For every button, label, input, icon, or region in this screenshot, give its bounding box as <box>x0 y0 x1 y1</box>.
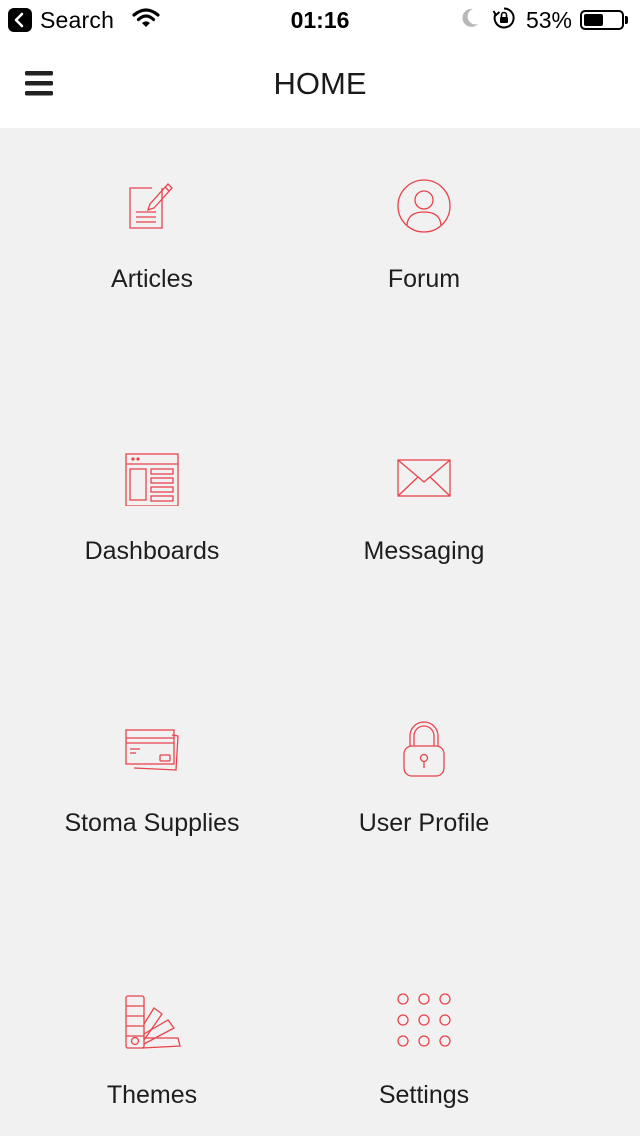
dashboard-window-icon <box>122 446 182 507</box>
rotation-lock-icon <box>492 6 516 35</box>
page-title: HOME <box>273 66 367 101</box>
tile-stoma-supplies[interactable]: Stoma Supplies <box>16 680 288 860</box>
tile-label: User Profile <box>358 809 490 837</box>
status-bar: Search 01:16 53% <box>0 0 640 40</box>
tile-forum[interactable]: Forum <box>288 136 560 316</box>
battery-tip <box>625 16 628 24</box>
tile-label: Settings <box>378 1081 470 1109</box>
credit-card-icon <box>122 718 182 778</box>
tile-themes[interactable]: Themes <box>16 952 288 1132</box>
tile-user-profile[interactable]: User Profile <box>288 680 560 860</box>
article-edit-icon <box>122 174 182 234</box>
tile-label: Dashboards <box>84 537 220 565</box>
padlock-icon <box>394 718 454 778</box>
tile-label: Forum <box>387 265 461 293</box>
tile-label: Messaging <box>363 537 485 565</box>
tile-label: Themes <box>106 1081 198 1109</box>
home-grid: Articles Forum Dashboards Messaging Stom… <box>0 128 640 1136</box>
tile-articles[interactable]: Articles <box>16 136 288 316</box>
user-circle-icon <box>394 174 454 234</box>
battery-icon <box>580 10 624 30</box>
tile-dashboards[interactable]: Dashboards <box>16 408 288 588</box>
battery-percent: 53% <box>525 6 572 33</box>
color-swatch-icon <box>122 990 182 1050</box>
tile-settings[interactable]: Settings <box>288 952 560 1132</box>
tile-label: Articles <box>111 265 193 293</box>
tile-messaging[interactable]: Messaging <box>288 408 560 588</box>
dots-grid-icon <box>394 990 454 1050</box>
nav-bar: HOME <box>0 40 640 128</box>
envelope-icon <box>394 446 454 506</box>
moon-icon <box>460 7 480 34</box>
tile-label: Stoma Supplies <box>64 809 240 837</box>
